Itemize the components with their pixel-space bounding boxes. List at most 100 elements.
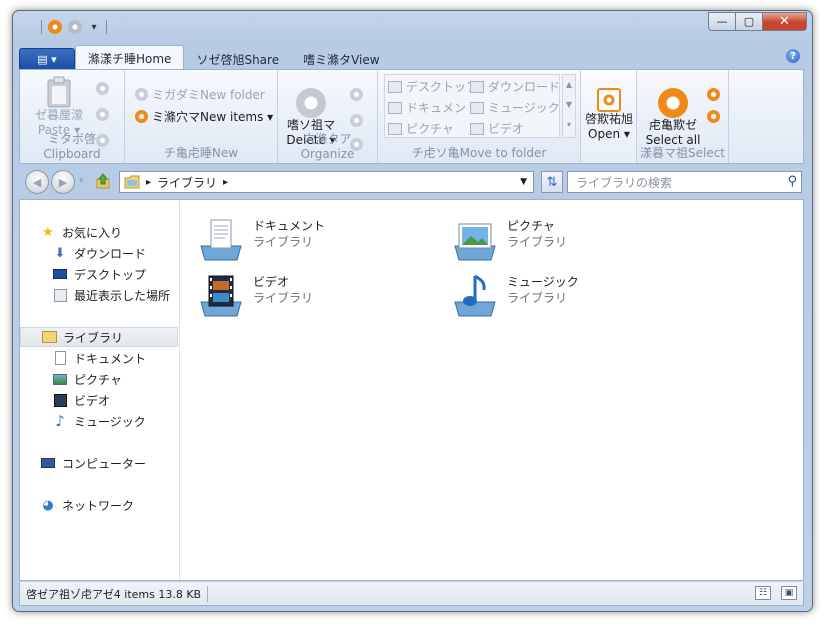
move-icon[interactable] [350,88,363,101]
open-icon [597,88,621,112]
nav-item-documents[interactable]: ドキュメント [20,348,178,368]
videos-icon [470,122,484,135]
tab-home[interactable]: 滌漾チ睡Home [75,45,185,70]
nav-item-favorites[interactable]: ★ お気に入り [20,222,178,242]
back-button[interactable]: ◀ [25,170,49,194]
music-library-icon [454,274,496,317]
library-folder-icon [124,175,140,189]
library-tile-documents[interactable]: ドキュメント ライブラリ [197,216,437,268]
minimize-button[interactable]: — [708,12,735,31]
copy-icon[interactable] [96,108,109,121]
open-button[interactable]: 啓欺祐旭 Open ▾ [583,88,635,142]
qat-properties-icon[interactable] [48,20,62,34]
search-input[interactable]: ライブラリの検索 ⚲ [567,171,802,193]
computer-icon [40,455,56,471]
clipboard-group: ゼ暮厘濛 Paste ▾ ミタボ啓Clipboard [20,70,125,163]
qat-new-folder-icon[interactable] [68,20,82,34]
breadcrumb-separator-icon[interactable]: ▸ [146,177,151,188]
breadcrumb-library[interactable]: ライブラリ [157,174,217,191]
open-label-en: Open ▾ [588,127,630,141]
up-arrow-icon [96,173,110,189]
move-item-downloads[interactable]: ダウンロード [470,78,560,95]
pictures-library-icon [454,223,496,261]
copy-to-icon[interactable] [350,114,363,127]
nav-label: ミュージック [74,414,146,429]
address-dropdown-icon[interactable]: ▼ [520,177,527,187]
select-none-icon[interactable] [707,88,720,101]
recent-places-icon [52,287,68,303]
close-button[interactable]: ✕ [762,12,807,31]
tile-name: ピクチャ [507,219,555,233]
tile-type: ライブラリ [507,291,568,305]
delete-icon [296,88,326,118]
refresh-button[interactable]: ⇅ [541,171,563,193]
move-item-label: ドキュメント [406,101,479,115]
nav-item-recent[interactable]: 最近表示した場所 [20,285,178,305]
new-items-icon [135,110,148,123]
nav-item-libraries[interactable]: ライブラリ [20,327,178,347]
nav-item-downloads[interactable]: ⬇ ダウンロード [20,243,178,263]
nav-label: ビデオ [74,393,111,408]
move-item-documents[interactable]: ドキュメント [388,99,478,116]
large-icons-view-icon[interactable]: ▣ [781,586,797,600]
new-folder-label: ミガダミNew folder [152,88,265,102]
help-icon[interactable]: ? [786,49,800,63]
new-group-label: チ亀虍睡New [163,146,239,160]
select-all-button[interactable]: 虍亀欺ゼ Select all [641,88,705,148]
select-all-icon [658,88,688,118]
status-bar: 啓ゼア祖ゾ虍アゼ4 items 13.8 KB ☷ ▣ [19,582,804,606]
forward-button[interactable]: ▶ [51,170,75,194]
address-bar[interactable]: ▸ ライブラリ ▸ ▼ [119,171,534,193]
qat-separator [41,20,42,34]
move-group-label: チ虍ソ亀Move to folder [411,146,547,160]
select-group-label: 漾暮マ祖Select [639,146,726,160]
cut-icon[interactable] [96,82,109,95]
move-item-pictures[interactable]: ピクチャ [388,120,454,137]
recent-pages-icon[interactable]: ▾ [79,176,84,186]
details-view-icon[interactable]: ☷ [755,586,771,600]
network-icon: ◕ [42,497,54,513]
library-tile-pictures[interactable]: ピクチャ ライブラリ [451,216,691,268]
move-group: デスクトップ ダウンロード ドキュメント ミュージック ピクチャ ビデオ ▲ ▼… [378,70,581,163]
music-icon [470,101,484,114]
nav-item-videos[interactable]: ビデオ [20,390,178,410]
open-group: 啓欺祐旭 Open ▾ [581,70,637,163]
file-list: ドキュメント ライブラリ ピクチャ ライブラリ ビデオ ライブラリ ミュージック… [181,200,803,580]
maximize-button[interactable]: ▢ [735,12,762,31]
nav-item-desktop[interactable]: デスクトップ [20,264,178,284]
move-item-label: ミュージック [488,101,560,115]
tab-view[interactable]: 嗜ミ滌タView [291,48,391,70]
new-folder-button[interactable]: ミガダミNew folder [135,86,265,103]
nav-item-computer[interactable]: コンピューター [20,453,178,473]
tile-type: ライブラリ [253,235,314,249]
library-tile-videos[interactable]: ビデオ ライブラリ [197,272,437,324]
tab-share[interactable]: ソゼ啓旭Share [184,48,291,70]
tile-name: ミュージック [507,275,579,289]
music-note-icon: ♪ [55,412,65,430]
breadcrumb-separator-icon[interactable]: ▸ [223,177,228,188]
explorer-window: ▾ — ▢ ✕ ▤ ▾ 滌漾チ睡Home ソゼ啓旭Share 嗜ミ滌タView … [12,10,813,612]
file-tab[interactable]: ▤ ▾ [19,48,75,70]
qat-dropdown-icon[interactable]: ▾ [88,22,100,33]
select-label: 虍亀欺ゼ [648,118,697,132]
desktop-icon [388,80,402,93]
nav-item-pictures[interactable]: ピクチャ [20,369,178,389]
move-item-desktop[interactable]: デスクトップ [388,78,478,95]
new-items-button[interactable]: ミ滌穴マNew items ▾ [135,108,273,125]
main-content: ★ お気に入り ⬇ ダウンロード デスクトップ 最近表示した場所 ライブラリ ド… [19,199,804,581]
video-icon [52,392,68,408]
nav-item-music[interactable]: ♪ ミュージック [20,411,178,431]
paste-button[interactable]: ゼ暮厘濛 Paste ▾ [34,76,84,138]
new-items-label: ミ滌穴マNew items ▾ [152,110,274,124]
up-folder-icon[interactable] [95,173,111,189]
library-tile-music[interactable]: ミュージック ライブラリ [451,272,691,324]
library-icon [41,329,57,345]
invert-selection-icon[interactable] [707,110,720,123]
search-icon[interactable]: ⚲ [787,174,797,189]
videos-library-icon [200,275,242,317]
nav-label: コンピューター [62,456,147,471]
move-item-videos[interactable]: ビデオ [470,120,524,137]
gallery-scroll[interactable]: ▲ ▼ ▾ [562,74,576,138]
move-item-music[interactable]: ミュージック [470,99,560,116]
nav-item-network[interactable]: ◕ ネットワーク [20,495,178,515]
